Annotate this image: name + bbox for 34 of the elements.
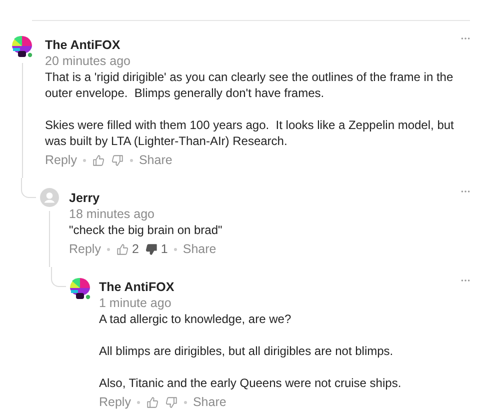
thumbs-down-icon[interactable]	[164, 396, 178, 408]
author-name[interactable]: The AntiFOX	[45, 37, 130, 53]
more-icon[interactable]	[461, 279, 470, 282]
thread-line	[51, 267, 66, 287]
more-icon[interactable]	[461, 190, 470, 193]
share-link[interactable]: Share	[192, 394, 226, 410]
share-link[interactable]: Share	[182, 241, 216, 257]
thumbs-down-icon[interactable]	[110, 154, 124, 166]
comment-text: Skies were filled with them 100 years ago. It looks like a Zeppelin model, but was built by LTA (Lighter-Than-AIr) Research.	[45, 117, 455, 149]
thumbs-down-icon[interactable]	[144, 242, 158, 256]
comment-text: "check the big brain on brad"	[69, 222, 224, 238]
comment-text: A tad allergic to knowledge, are we?	[99, 311, 292, 327]
thumbs-up-icon[interactable]	[116, 242, 129, 256]
comment-text: That is a 'rigid dirigible' as you can clearly see the outlines of the frame in the outer envelope. Blimps generally don't have frames.	[45, 69, 454, 101]
timestamp: 20 minutes ago	[45, 53, 130, 69]
comment-text: All blimps are dirigibles, but all dirigibles are not blimps.	[99, 343, 394, 359]
dislike-count: 1	[160, 241, 168, 257]
like-count: 2	[132, 241, 139, 257]
share-link[interactable]: Share	[138, 152, 172, 168]
timestamp: 18 minutes ago	[69, 206, 154, 222]
comment-text: Also, Titanic and the early Queens were not cruise ships.	[99, 375, 402, 391]
avatar-icon	[10, 35, 34, 59]
author-name[interactable]: The AntiFOX	[99, 279, 174, 295]
timestamp: 1 minute ago	[99, 295, 172, 311]
avatar-icon	[68, 277, 92, 301]
reply-link[interactable]: Reply	[99, 394, 131, 410]
thumbs-up-icon[interactable]	[92, 154, 105, 166]
reply-link[interactable]: Reply	[69, 241, 101, 257]
more-icon[interactable]	[461, 37, 470, 40]
thread-line	[21, 178, 36, 198]
author-name[interactable]: Jerry	[69, 190, 154, 206]
thumbs-up-icon[interactable]	[146, 396, 159, 408]
avatar-icon	[40, 188, 59, 207]
reply-link[interactable]: Reply	[45, 152, 77, 168]
